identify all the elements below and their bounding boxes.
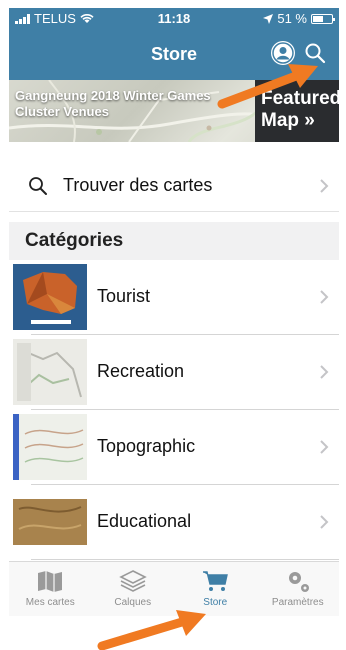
tab-my-maps[interactable]: Mes cartes bbox=[9, 562, 92, 616]
profile-button[interactable] bbox=[271, 41, 295, 65]
featured-label-line2: Map » bbox=[261, 110, 315, 131]
chevron-right-icon bbox=[320, 365, 329, 379]
row-divider bbox=[31, 559, 339, 560]
tab-label: Mes cartes bbox=[25, 597, 75, 608]
category-label: Recreation bbox=[97, 361, 185, 381]
category-label: Tourist bbox=[97, 286, 151, 306]
find-maps-row[interactable]: Trouver des cartes bbox=[9, 160, 339, 212]
settings-icon bbox=[288, 572, 309, 592]
find-maps-label: Trouver des cartes bbox=[63, 175, 213, 195]
category-item-tourist[interactable]: Tourist bbox=[9, 260, 339, 335]
chevron-right-icon bbox=[320, 515, 329, 529]
map-icon bbox=[38, 571, 63, 592]
user-icon bbox=[272, 42, 294, 64]
status-right: 51 % bbox=[263, 11, 335, 26]
chevron-right-icon bbox=[320, 290, 329, 304]
tab-store[interactable]: Store bbox=[174, 562, 257, 616]
search-icon bbox=[305, 43, 326, 64]
chevron-right-icon bbox=[320, 178, 329, 193]
search-button[interactable] bbox=[303, 41, 327, 65]
tab-label: Store bbox=[203, 597, 228, 608]
status-bar: TELUS 11:18 51 % bbox=[9, 8, 339, 28]
category-list: Tourist Recreation Topographic Education… bbox=[9, 260, 339, 560]
nav-bar: Store bbox=[9, 28, 339, 80]
tab-label: Paramètres bbox=[271, 597, 324, 608]
featured-label-line1: Featured bbox=[261, 88, 339, 109]
tab-label: Calques bbox=[114, 597, 152, 608]
featured-map-banner[interactable]: Gangneung 2018 Winter Games Cluster Venu… bbox=[9, 80, 339, 142]
banner-caption-line2: Cluster Venues bbox=[15, 104, 109, 119]
banner-caption: Gangneung 2018 Winter Games Cluster Venu… bbox=[15, 88, 211, 120]
topographic-thumbnail bbox=[13, 414, 87, 480]
tab-settings[interactable]: Paramètres bbox=[257, 562, 340, 616]
search-icon bbox=[29, 176, 47, 195]
category-item-topographic[interactable]: Topographic bbox=[9, 410, 339, 485]
banner-caption-line1: Gangneung 2018 Winter Games bbox=[15, 88, 211, 103]
category-label: Educational bbox=[97, 511, 192, 531]
chevron-right-icon bbox=[320, 440, 329, 454]
educational-thumbnail bbox=[13, 489, 87, 555]
location-arrow-icon bbox=[263, 13, 274, 24]
category-item-recreation[interactable]: Recreation bbox=[9, 335, 339, 410]
categories-header: Catégories bbox=[9, 222, 339, 260]
cart-icon bbox=[203, 571, 229, 591]
battery-icon bbox=[311, 13, 335, 24]
app-screen: TELUS 11:18 51 % Store Gangneung 2018 Wi… bbox=[9, 8, 339, 616]
spacer bbox=[9, 142, 339, 160]
category-label: Topographic bbox=[97, 436, 196, 456]
tab-bar: Mes cartes Calques Store Paramètres bbox=[9, 561, 339, 616]
tourist-thumbnail bbox=[13, 264, 87, 330]
tab-layers[interactable]: Calques bbox=[92, 562, 175, 616]
layers-icon bbox=[118, 570, 147, 592]
recreation-thumbnail bbox=[13, 339, 87, 405]
featured-map-link[interactable]: Featured Map » bbox=[255, 80, 339, 142]
top-bar: TELUS 11:18 51 % Store bbox=[9, 8, 339, 80]
battery-percent: 51 % bbox=[277, 11, 307, 26]
category-item-educational[interactable]: Educational bbox=[9, 485, 339, 560]
